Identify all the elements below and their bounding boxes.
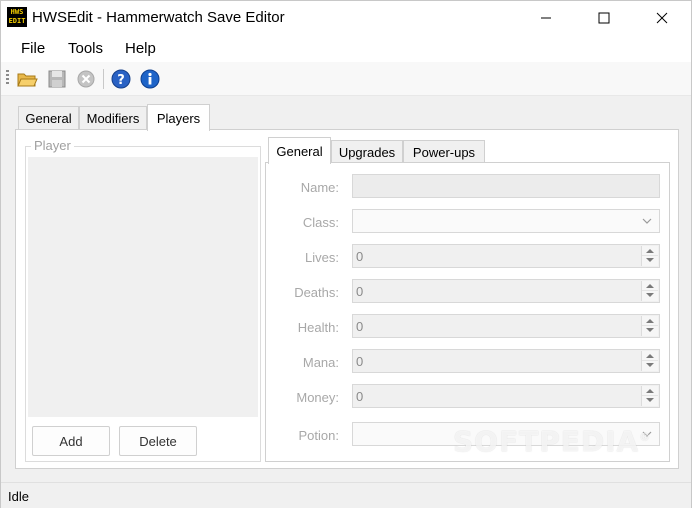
save-icon xyxy=(48,70,66,88)
help-icon: ? xyxy=(111,69,131,89)
spin-down-icon xyxy=(646,398,654,402)
deaths-label: Deaths: xyxy=(294,285,339,300)
close-file-icon xyxy=(77,70,95,88)
menu-file[interactable]: File xyxy=(21,40,45,57)
subtab-power-ups[interactable]: Power-ups xyxy=(403,140,485,164)
spin-down-icon xyxy=(646,363,654,367)
deaths-spin-buttons[interactable] xyxy=(641,281,658,301)
menu-help[interactable]: Help xyxy=(125,40,156,57)
close-button[interactable] xyxy=(633,1,691,34)
app-window: HWS EDIT HWSEdit - Hammerwatch Save Edito… xyxy=(0,0,692,508)
delete-player-button[interactable]: Delete xyxy=(119,426,197,456)
spin-up-icon xyxy=(646,249,654,253)
chevron-down-icon xyxy=(642,218,652,224)
mana-label: Mana: xyxy=(302,355,339,370)
player-general-panel xyxy=(265,162,670,462)
spin-down-icon xyxy=(646,328,654,332)
class-label: Class: xyxy=(302,215,339,230)
deaths-stepper[interactable]: 0 xyxy=(352,279,660,303)
save-button[interactable] xyxy=(46,68,68,90)
lives-spin-buttons[interactable] xyxy=(641,246,658,266)
title-bar: HWS EDIT HWSEdit - Hammerwatch Save Edito… xyxy=(1,1,691,34)
lives-stepper[interactable]: 0 xyxy=(352,244,660,268)
subtab-upgrades[interactable]: Upgrades xyxy=(331,140,403,164)
minimize-icon xyxy=(541,17,551,18)
name-field[interactable] xyxy=(352,174,660,198)
toolbar: ? xyxy=(1,62,691,96)
player-group-title: Player xyxy=(31,138,74,153)
spin-down-icon xyxy=(646,258,654,262)
add-player-button[interactable]: Add xyxy=(32,426,110,456)
close-file-button[interactable] xyxy=(75,68,97,90)
name-label: Name: xyxy=(300,180,339,195)
tab-modifiers[interactable]: Modifiers xyxy=(79,106,147,130)
spin-up-icon xyxy=(646,389,654,393)
class-select[interactable] xyxy=(352,209,660,233)
svg-text:?: ? xyxy=(117,73,125,88)
toolbar-separator xyxy=(103,69,104,89)
tab-players[interactable]: Players xyxy=(147,104,210,131)
money-stepper[interactable]: 0 xyxy=(352,384,660,408)
info-icon xyxy=(140,69,160,89)
spin-down-icon xyxy=(646,293,654,297)
subtab-general[interactable]: General xyxy=(268,137,331,164)
spin-up-icon xyxy=(646,354,654,358)
spin-up-icon xyxy=(646,284,654,288)
health-label: Health: xyxy=(297,320,339,335)
open-button[interactable] xyxy=(16,68,38,90)
status-text: Idle xyxy=(8,489,29,504)
spin-up-icon xyxy=(646,319,654,323)
player-list[interactable] xyxy=(28,157,258,417)
tab-general[interactable]: General xyxy=(18,106,79,130)
status-bar: Idle xyxy=(1,482,691,508)
minimize-button[interactable] xyxy=(517,1,575,34)
close-icon xyxy=(656,12,668,23)
help-button[interactable]: ? xyxy=(110,68,132,90)
open-folder-icon xyxy=(17,73,38,87)
lives-label: Lives: xyxy=(305,250,339,265)
toolbar-grip[interactable] xyxy=(6,70,9,86)
softpedia-watermark: SOFTPEDIA® xyxy=(453,425,652,458)
app-logo-icon: HWS EDIT xyxy=(7,7,27,27)
mana-spin-buttons[interactable] xyxy=(641,351,658,371)
window-title: HWSEdit - Hammerwatch Save Editor xyxy=(32,9,285,26)
maximize-icon xyxy=(598,12,610,23)
menu-bar: File Tools Help xyxy=(1,34,691,62)
about-button[interactable] xyxy=(139,68,161,90)
health-stepper[interactable]: 0 xyxy=(352,314,660,338)
health-spin-buttons[interactable] xyxy=(641,316,658,336)
money-label: Money: xyxy=(296,390,339,405)
potion-label: Potion: xyxy=(298,428,339,443)
money-spin-buttons[interactable] xyxy=(641,386,658,406)
maximize-button[interactable] xyxy=(575,1,633,34)
menu-tools[interactable]: Tools xyxy=(68,40,103,57)
mana-stepper[interactable]: 0 xyxy=(352,349,660,373)
